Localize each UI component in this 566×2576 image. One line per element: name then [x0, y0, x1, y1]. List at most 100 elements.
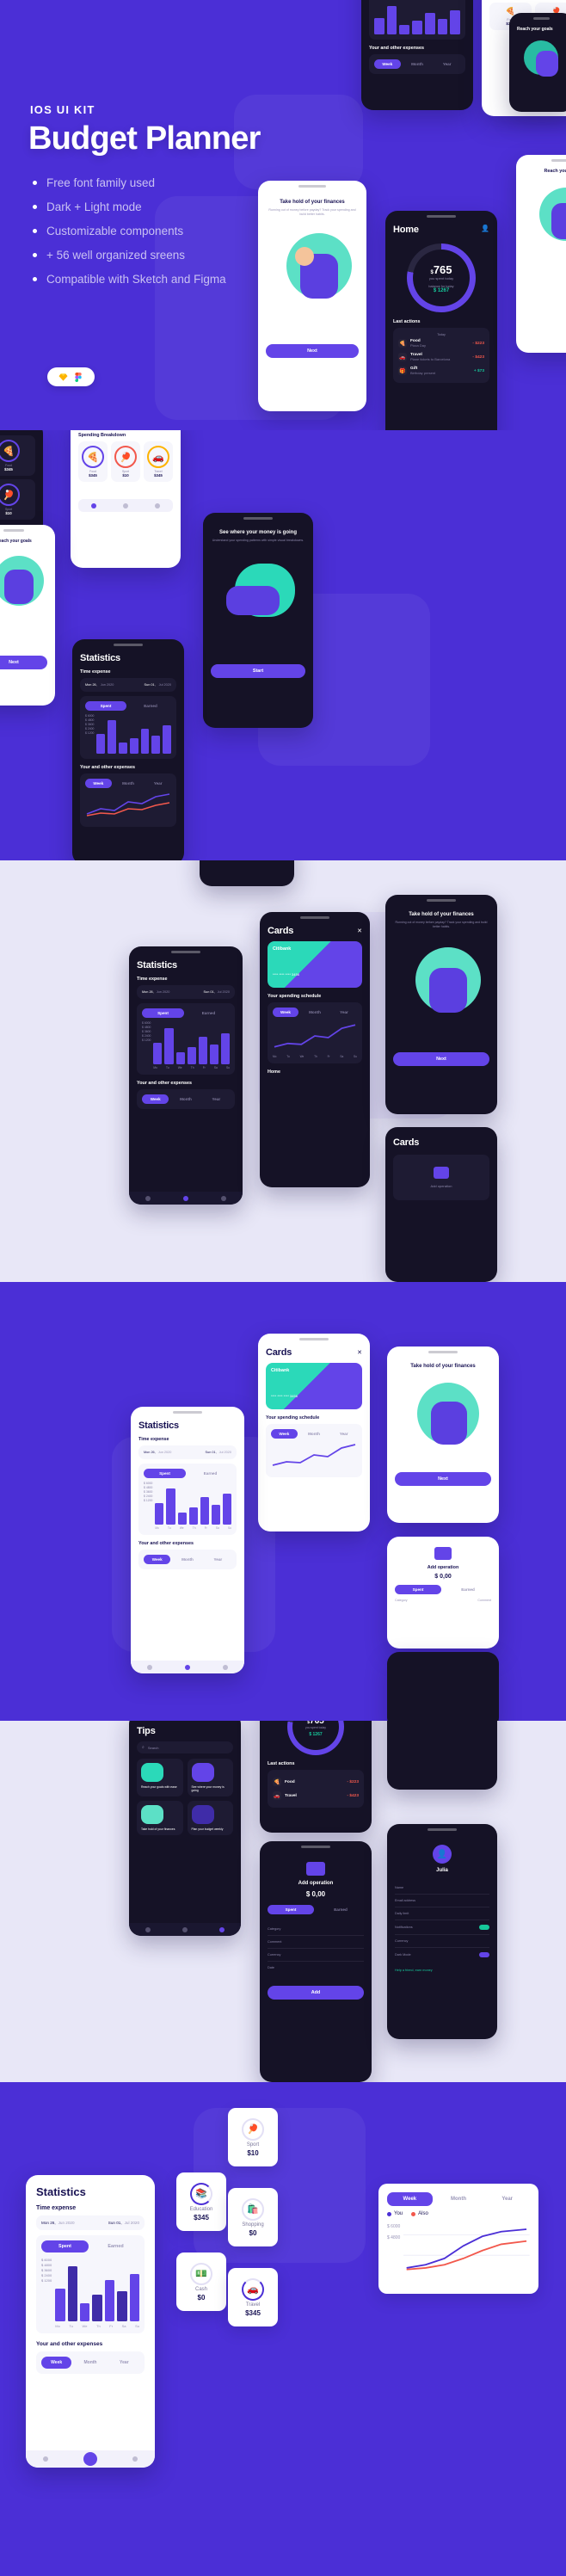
date-to[interactable]: Sun 01,: [206, 1451, 217, 1454]
tab-spent[interactable]: Spent: [144, 1469, 186, 1478]
phone-spending-breakdown[interactable]: Spending Breakdown 🍕 Food $345 🏓 Sport $…: [71, 430, 181, 568]
phone-onboarding-lm[interactable]: Take hold of your finances Next: [387, 1347, 499, 1523]
schedule-year[interactable]: Year: [331, 1008, 357, 1017]
phone-home-lm[interactable]: Home 👤 $765 you spent today $ 1267 Last …: [260, 1721, 372, 1833]
tile-cash[interactable]: 💵 Cash $0: [176, 2252, 226, 2311]
profile-item-notifications[interactable]: Notifications: [395, 1920, 489, 1935]
profile-item-limit[interactable]: Daily limit: [395, 1907, 489, 1920]
phone-statistics-lm[interactable]: Statistics Time expense Mon 26, Jun 2020…: [131, 1407, 244, 1673]
tip-card-label[interactable]: Plan your budget weekly: [192, 1827, 230, 1831]
profile-item-email[interactable]: Email address: [395, 1895, 489, 1907]
date-from[interactable]: Mon 26,: [142, 990, 154, 994]
phone-money-tracking[interactable]: See where your money is going Understand…: [203, 513, 313, 728]
phone-reach-goals[interactable]: Reach your goals: [509, 13, 566, 112]
range-month[interactable]: Month: [172, 1094, 199, 1104]
tab-profile[interactable]: [132, 2456, 138, 2462]
tab-stats[interactable]: [122, 502, 128, 508]
tip-card-label[interactable]: See where your money is going: [192, 1785, 230, 1792]
tab-earned[interactable]: Earned: [189, 1469, 231, 1478]
phone-onboarding[interactable]: Take hold of your finances Running out o…: [258, 181, 366, 411]
range-year[interactable]: Year: [205, 1555, 231, 1564]
schedule-month[interactable]: Month: [301, 1429, 328, 1439]
tab-home[interactable]: [145, 1195, 151, 1201]
range-year[interactable]: Year: [434, 59, 460, 69]
credit-card[interactable]: Citibank **** **** **** 3456: [268, 941, 362, 988]
range-year[interactable]: Year: [145, 779, 171, 788]
range-month[interactable]: Month: [115, 779, 142, 788]
profile-item-darkmode[interactable]: Dark Mode: [395, 1948, 489, 1962]
field-row[interactable]: Category Comment: [395, 1599, 491, 1602]
field-date[interactable]: Date: [268, 1962, 364, 1974]
next-button[interactable]: Next: [266, 343, 359, 358]
phone-statistics-showcase[interactable]: Statistics Time expense Mon 26, Jun 2020…: [26, 2175, 155, 2468]
range-week[interactable]: Week: [85, 779, 112, 788]
phone-dark-blank[interactable]: [387, 1721, 497, 1790]
table-row[interactable]: 🎁 Gift Birthday present + $73: [398, 364, 484, 378]
tab-home[interactable]: [43, 2456, 49, 2462]
close-icon[interactable]: ✕: [357, 927, 362, 934]
tab-home[interactable]: [145, 1926, 151, 1932]
phone-cards-dm[interactable]: Cards ✕ Citibank **** **** **** 3456 You…: [260, 912, 370, 1187]
date-to[interactable]: Sun 01,: [108, 2221, 122, 2225]
tab-earned[interactable]: Earned: [317, 1905, 364, 1914]
tab-home[interactable]: [91, 502, 97, 508]
tab-stats[interactable]: [181, 1926, 188, 1932]
tab-home[interactable]: [147, 1664, 152, 1670]
next-button[interactable]: Next: [0, 656, 47, 669]
phone-home[interactable]: Home 👤 $765 you spent today balance for …: [385, 211, 497, 430]
schedule-week[interactable]: Week: [271, 1429, 298, 1439]
tab-earned[interactable]: Earned: [130, 701, 171, 711]
range-month[interactable]: Month: [404, 59, 431, 69]
phone-tips[interactable]: Tips ⌕ Search Reach your goals with ease…: [129, 1721, 241, 1936]
range-week[interactable]: Week: [142, 1094, 169, 1104]
add-button[interactable]: Add: [268, 1986, 364, 2000]
date-to[interactable]: Sun 01,: [145, 683, 156, 687]
phone-profile[interactable]: 👤 Julia Name Email address Daily limit N…: [387, 1824, 497, 2039]
date-from[interactable]: Mon 26,: [85, 683, 97, 687]
phone-cards-lm[interactable]: Cards ✕ Citibank **** **** **** 3456 You…: [258, 1334, 370, 1531]
start-button[interactable]: Start: [211, 664, 305, 679]
date-to[interactable]: Sun 01,: [204, 990, 215, 994]
range-month[interactable]: Month: [174, 1555, 200, 1564]
phone-partial-top[interactable]: 🏓 Sport: [200, 860, 294, 886]
field-comment[interactable]: Comment: [477, 1599, 491, 1602]
range-week[interactable]: Week: [387, 2192, 433, 2206]
referral-link[interactable]: Help a friend, earn money: [395, 1969, 489, 1972]
table-row[interactable]: 🍕 Food Pizza Day - $223: [398, 336, 484, 350]
tile-sport[interactable]: 🏓 Sport $10: [228, 2108, 278, 2166]
schedule-month[interactable]: Month: [302, 1008, 328, 1017]
tab-bar[interactable]: [131, 1661, 244, 1673]
field-category[interactable]: Category: [395, 1599, 408, 1602]
avatar[interactable]: 👤: [433, 1845, 452, 1864]
phone-dark-partial[interactable]: [387, 1652, 499, 1721]
table-row[interactable]: 🚗 Travel - $423: [273, 1789, 359, 1803]
range-week[interactable]: Week: [374, 59, 401, 69]
phone-statistics-top[interactable]: Time expense Spent Earned Your and other…: [361, 0, 473, 110]
phone-reach-goals-light[interactable]: Reach your goals: [516, 155, 566, 353]
tip-card-label[interactable]: Take hold of your finances: [141, 1827, 179, 1831]
tab-bar[interactable]: [129, 1923, 241, 1936]
phone-add-operation-lm[interactable]: Add operation $ 0,00 Spent Earned Catego…: [387, 1537, 499, 1649]
tab-spent[interactable]: Spent: [395, 1585, 441, 1594]
range-year[interactable]: Year: [109, 2357, 139, 2369]
tab-spent[interactable]: Spent: [41, 2240, 89, 2252]
toggle-switch[interactable]: [479, 1952, 489, 1957]
table-row[interactable]: 🍕 Food - $223: [273, 1775, 359, 1789]
table-row[interactable]: 🚗 Travel Plane tickets to Barcelona - $4…: [398, 350, 484, 364]
range-month[interactable]: Month: [75, 2357, 105, 2369]
tab-spent[interactable]: Spent: [85, 701, 126, 711]
tab-profile[interactable]: [223, 1664, 228, 1670]
tab-earned[interactable]: Earned: [92, 2240, 139, 2252]
phone-cards-dm2[interactable]: Cards Add operation: [385, 1127, 497, 1282]
range-year[interactable]: Year: [484, 2192, 530, 2206]
tab-bar[interactable]: [78, 499, 173, 512]
phone-statistics-dark[interactable]: Statistics Time expense Mon 26, Jun 2020…: [72, 639, 184, 860]
search-input[interactable]: Search: [148, 1746, 159, 1750]
tab-profile[interactable]: [221, 1195, 226, 1201]
tab-stats[interactable]: [183, 1195, 188, 1201]
profile-item-currency[interactable]: Currency: [395, 1935, 489, 1948]
field-category[interactable]: Category: [268, 1923, 364, 1936]
credit-card[interactable]: Citibank **** **** **** 3456: [266, 1363, 362, 1409]
schedule-year[interactable]: Year: [330, 1429, 357, 1439]
line-chart-card[interactable]: Week Month Year You Also $ 6000 $ 4800: [378, 2184, 538, 2294]
